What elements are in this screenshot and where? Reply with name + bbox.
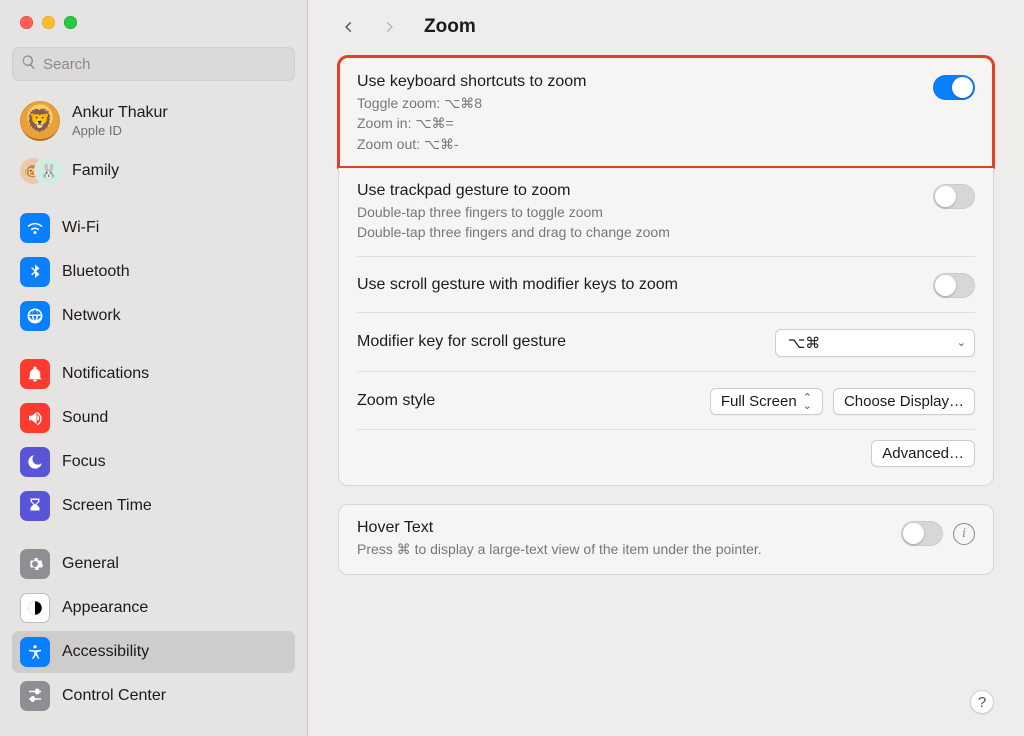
bell-icon <box>20 359 50 389</box>
sidebar-item-appearance[interactable]: Appearance <box>12 587 295 629</box>
sidebar-item-label: Focus <box>62 453 106 471</box>
sliders-icon <box>20 681 50 711</box>
sidebar-item-label: Notifications <box>62 365 149 383</box>
select-value: ⌥⌘ <box>788 334 820 352</box>
button-label: Advanced… <box>882 445 964 462</box>
setting-title: Use trackpad gesture to zoom <box>357 182 921 200</box>
info-icon[interactable]: i <box>953 523 975 545</box>
account-sub: Apple ID <box>72 123 168 138</box>
sidebar-item-label: Wi-Fi <box>62 219 99 237</box>
select-value: Full Screen <box>721 393 797 410</box>
toggle-scroll-gesture[interactable] <box>933 273 975 298</box>
setting-title: Modifier key for scroll gesture <box>357 333 763 351</box>
family-icon: 🐵🐰 <box>20 157 60 185</box>
sidebar-item-label: Accessibility <box>62 643 149 661</box>
hover-text-panel: Hover Text Press ⌘ to display a large-te… <box>338 504 994 574</box>
zoom-options-panel: Use trackpad gesture to zoom Double-tap … <box>338 168 994 487</box>
nav-forward[interactable] <box>378 16 400 38</box>
sidebar-item-notifications[interactable]: Notifications <box>12 353 295 395</box>
gear-icon <box>20 549 50 579</box>
sidebar-item-label: Family <box>72 162 119 180</box>
setting-title: Use keyboard shortcuts to zoom <box>357 73 921 91</box>
modifier-key-select[interactable]: ⌥⌘ ⌄ <box>775 329 975 357</box>
chevron-down-icon: ⌄ <box>957 339 966 347</box>
sidebar-item-focus[interactable]: Focus <box>12 441 295 483</box>
minimize-window[interactable] <box>42 16 55 29</box>
sidebar-item-general[interactable]: General <box>12 543 295 585</box>
setting-desc: Double-tap three fingers to toggle zoom … <box>357 202 921 243</box>
sidebar-item-label: Screen Time <box>62 497 152 515</box>
wifi-icon <box>20 213 50 243</box>
sidebar-item-label: General <box>62 555 119 573</box>
nav-back[interactable] <box>338 16 360 38</box>
sidebar-item-label: Control Center <box>62 687 166 705</box>
bluetooth-icon <box>20 257 50 287</box>
sidebar-item-screen-time[interactable]: Screen Time <box>12 485 295 527</box>
search-placeholder: Search <box>43 56 91 73</box>
toggle-hover-text[interactable] <box>901 521 943 546</box>
search-icon <box>21 54 37 74</box>
sidebar-item-control-center[interactable]: Control Center <box>12 675 295 717</box>
help-button[interactable]: ? <box>970 690 994 714</box>
avatar: 🦁 <box>20 101 60 141</box>
sidebar-item-family[interactable]: 🐵🐰 Family <box>12 151 295 191</box>
sidebar-item-network[interactable]: Network <box>12 295 295 337</box>
titlebar: Zoom <box>338 12 994 56</box>
setting-desc: Toggle zoom: ⌥⌘8 Zoom in: ⌥⌘= Zoom out: … <box>357 93 921 154</box>
advanced-button[interactable]: Advanced… <box>871 440 975 467</box>
toggle-keyboard-shortcuts[interactable] <box>933 75 975 100</box>
zoom-window[interactable] <box>64 16 77 29</box>
setting-title: Use scroll gesture with modifier keys to… <box>357 276 921 294</box>
close-window[interactable] <box>20 16 33 29</box>
sidebar-item-label: Network <box>62 307 121 325</box>
zoom-shortcuts-panel: Use keyboard shortcuts to zoom Toggle zo… <box>338 56 994 168</box>
sidebar-item-wifi[interactable]: Wi-Fi <box>12 207 295 249</box>
setting-title: Hover Text <box>357 519 889 537</box>
sidebar-item-bluetooth[interactable]: Bluetooth <box>12 251 295 293</box>
window-controls <box>12 10 295 43</box>
sidebar-item-label: Appearance <box>62 599 148 617</box>
stepper-icon: ⌃⌄ <box>803 394 812 410</box>
sidebar-item-label: Bluetooth <box>62 263 130 281</box>
button-label: Choose Display… <box>844 393 964 410</box>
help-label: ? <box>978 694 986 711</box>
sidebar-item-sound[interactable]: Sound <box>12 397 295 439</box>
toggle-trackpad-gesture[interactable] <box>933 184 975 209</box>
choose-display-button[interactable]: Choose Display… <box>833 388 975 415</box>
page-title: Zoom <box>424 16 476 38</box>
moon-icon <box>20 447 50 477</box>
setting-title: Zoom style <box>357 392 698 410</box>
account-name: Ankur Thakur <box>72 104 168 122</box>
globe-icon <box>20 301 50 331</box>
search-input[interactable]: Search <box>12 47 295 81</box>
appearance-icon <box>20 593 50 623</box>
sidebar-item-label: Sound <box>62 409 108 427</box>
sidebar-item-accessibility[interactable]: Accessibility <box>12 631 295 673</box>
setting-desc: Press ⌘ to display a large-text view of … <box>357 539 889 559</box>
hourglass-icon <box>20 491 50 521</box>
speaker-icon <box>20 403 50 433</box>
zoom-style-select[interactable]: Full Screen ⌃⌄ <box>710 388 823 415</box>
sidebar-item-apple-id[interactable]: 🦁 Ankur Thakur Apple ID <box>12 95 295 147</box>
accessibility-icon <box>20 637 50 667</box>
main: Zoom Use keyboard shortcuts to zoom Togg… <box>308 0 1024 736</box>
sidebar: Search 🦁 Ankur Thakur Apple ID 🐵🐰 Family… <box>0 0 308 736</box>
